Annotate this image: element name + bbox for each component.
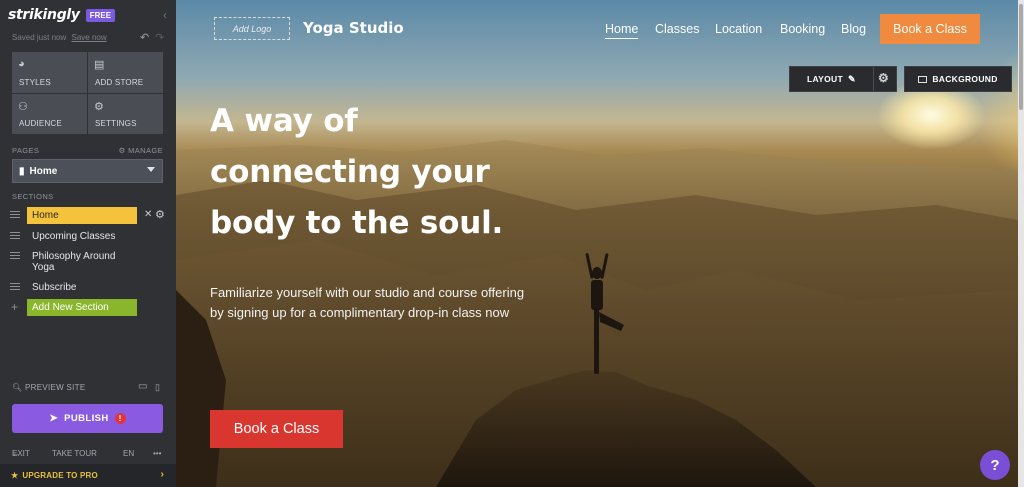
current-page: Home — [29, 165, 58, 177]
upgrade-to-pro-button[interactable]: ★ UPGRADE TO PRO › — [0, 464, 176, 487]
add-logo-placeholder[interactable]: Add Logo — [214, 17, 290, 40]
drag-handle-icon[interactable] — [10, 232, 20, 241]
mobile-view-icon[interactable]: ▯ — [155, 382, 160, 393]
collapse-sidebar-icon[interactable]: ‹ — [163, 8, 167, 22]
section-label: Philosophy Around Yoga — [32, 251, 116, 273]
save-status: Saved just now Save now — [12, 33, 107, 42]
plan-badge: FREE — [85, 8, 116, 22]
tile-label: AUDIENCE — [19, 119, 62, 128]
page-scrollbar[interactable] — [1018, 0, 1024, 487]
layout-label: LAYOUT — [807, 74, 843, 84]
language-button[interactable]: EN — [123, 449, 134, 458]
hero-subtext[interactable]: Familiarize yourself with our studio and… — [210, 283, 530, 322]
help-button[interactable]: ? — [980, 450, 1010, 480]
pages-label: PAGES — [12, 146, 40, 155]
nav-item-blog[interactable]: Blog — [841, 22, 866, 36]
take-tour-button[interactable]: TAKE TOUR — [52, 449, 97, 458]
search-icon: 🔍︎ — [12, 383, 23, 392]
drag-handle-icon[interactable] — [10, 252, 20, 261]
editor-sidebar: strikingly FREE ‹ Saved just now Save no… — [0, 0, 176, 487]
tile-label: ADD STORE — [95, 77, 144, 87]
gear-icon[interactable]: ⚙ — [878, 71, 889, 85]
preview-site-row: 🔍︎ PREVIEW SITE ▭ ▯ — [12, 381, 163, 393]
tile-label: SETTINGS — [95, 119, 137, 128]
saved-text: Saved just now — [12, 33, 67, 42]
pencil-icon: ✎ — [847, 73, 856, 84]
background-label: BACKGROUND — [932, 74, 998, 84]
publish-button[interactable]: ➤ PUBLISH ! — [12, 404, 163, 433]
tile-add-store[interactable]: ▤ ADD STORE — [88, 52, 163, 93]
exit-label: EXIT — [12, 449, 30, 458]
redo-icon[interactable]: ↷ — [155, 31, 164, 44]
desktop-view-icon[interactable]: ▭ — [138, 381, 148, 392]
nav-item-location[interactable]: Location — [715, 22, 762, 36]
site-canvas: Add Logo Yoga Studio Home Classes Locati… — [176, 0, 1018, 487]
nav-item-booking[interactable]: Booking — [780, 22, 825, 36]
chevron-right-icon: › — [160, 469, 164, 480]
delete-section-icon[interactable]: ✕ — [144, 209, 152, 220]
chevron-down-icon — [147, 167, 155, 172]
section-label: Subscribe — [32, 282, 77, 293]
gear-icon: ⚙ — [94, 100, 104, 113]
sections-label: SECTIONS — [12, 192, 54, 201]
drag-handle-icon[interactable] — [10, 283, 20, 292]
upgrade-label: UPGRADE TO PRO — [22, 471, 98, 480]
editor-tiles: ◕ STYLES ▤ ADD STORE ⚇ AUDIENCE ⚙ SETTIN… — [12, 52, 163, 134]
more-options-icon[interactable]: ••• — [153, 449, 161, 458]
manage-pages-button[interactable]: ⚙ MANAGE — [118, 146, 163, 155]
rocket-icon: ➤ — [49, 413, 59, 424]
hero-headline[interactable]: A way of connecting your body to the sou… — [210, 96, 540, 249]
undo-icon[interactable]: ↶ — [140, 31, 149, 44]
alert-icon: ! — [114, 413, 126, 424]
tile-settings[interactable]: ⚙ SETTINGS — [88, 93, 163, 134]
strikingly-logo: strikingly — [8, 7, 80, 23]
hero-book-class-button[interactable]: Book a Class — [210, 410, 343, 448]
save-now-link[interactable]: Save now — [72, 33, 107, 42]
background-button[interactable]: BACKGROUND — [904, 66, 1012, 92]
palette-icon: ◕ — [18, 58, 25, 70]
star-icon: ★ — [11, 471, 19, 480]
people-icon: ⚇ — [18, 100, 28, 113]
add-section-label: Add New Section — [27, 299, 137, 316]
sidebar-header: strikingly FREE — [0, 0, 176, 30]
gear-icon: ⚙ — [118, 146, 126, 155]
drag-handle-icon[interactable] — [10, 211, 20, 220]
section-label: Upcoming Classes — [32, 231, 116, 242]
scrollbar-thumb[interactable] — [1019, 4, 1023, 110]
preview-label: PREVIEW SITE — [25, 383, 86, 392]
document-icon: ▮ — [19, 165, 25, 177]
section-label: Home — [27, 207, 137, 224]
publish-label: PUBLISH — [64, 413, 109, 424]
divider — [873, 67, 874, 91]
tile-audience[interactable]: ⚇ AUDIENCE — [12, 93, 87, 134]
store-icon: ▤ — [94, 59, 105, 71]
nav-book-class-button[interactable]: Book a Class — [880, 14, 980, 44]
layout-button[interactable]: LAYOUT ✎ ⚙ — [789, 66, 897, 92]
plus-icon: + — [11, 300, 19, 314]
nav-item-classes[interactable]: Classes — [655, 22, 699, 36]
tile-label: STYLES — [19, 77, 51, 87]
tile-styles[interactable]: ◕ STYLES — [12, 52, 87, 93]
preview-site-link[interactable]: 🔍︎ PREVIEW SITE — [12, 383, 86, 392]
manage-label: MANAGE — [128, 146, 163, 155]
section-settings-icon[interactable]: ⚙ — [155, 208, 165, 221]
page-selector[interactable]: ▮ Home — [12, 159, 163, 183]
site-title[interactable]: Yoga Studio — [303, 19, 404, 37]
image-icon — [918, 75, 928, 83]
pages-header: PAGES ⚙ MANAGE — [12, 146, 163, 155]
nav-item-home[interactable]: Home — [605, 22, 639, 39]
